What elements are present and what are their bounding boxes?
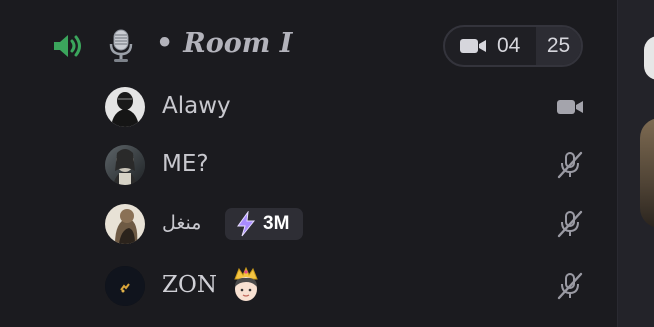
video-camera-icon bbox=[557, 100, 583, 114]
username: منغل bbox=[162, 212, 202, 234]
boost-badge-text: 3M bbox=[263, 213, 290, 234]
studio-microphone-emoji bbox=[109, 29, 133, 62]
avatar bbox=[105, 145, 145, 185]
voice-user-row[interactable]: Alawy bbox=[0, 83, 600, 131]
username: ME? bbox=[162, 151, 209, 177]
voice-user-row[interactable]: ME? bbox=[0, 141, 600, 189]
lightning-bolt-icon bbox=[237, 211, 256, 237]
channel-title: • Room I bbox=[156, 28, 292, 59]
mic-muted-icon bbox=[557, 272, 583, 300]
partial-avatar-mid bbox=[640, 118, 654, 228]
voice-channel-row[interactable]: • Room I 04 25 bbox=[0, 22, 600, 70]
boost-badge: 3M bbox=[225, 208, 303, 240]
princess-crown-emoji bbox=[234, 267, 258, 301]
partial-avatar-top bbox=[644, 36, 654, 80]
channel-name: Room I bbox=[183, 28, 293, 59]
user-count: 04 bbox=[497, 34, 521, 57]
avatar bbox=[105, 266, 145, 306]
speaker-volume-icon bbox=[54, 35, 81, 57]
username: Alawy bbox=[162, 93, 231, 119]
voice-user-row[interactable]: منغل 3M bbox=[0, 200, 600, 248]
username: ZON bbox=[162, 272, 217, 298]
voice-user-row[interactable]: ZON bbox=[0, 262, 600, 310]
mic-muted-icon bbox=[557, 210, 583, 238]
user-limit-counter: 04 25 bbox=[443, 25, 583, 67]
user-limit: 25 bbox=[536, 27, 581, 65]
mic-muted-icon bbox=[557, 151, 583, 179]
avatar bbox=[105, 204, 145, 244]
video-camera-icon bbox=[460, 39, 486, 53]
avatar bbox=[105, 87, 145, 127]
channel-separator: • bbox=[156, 28, 174, 59]
